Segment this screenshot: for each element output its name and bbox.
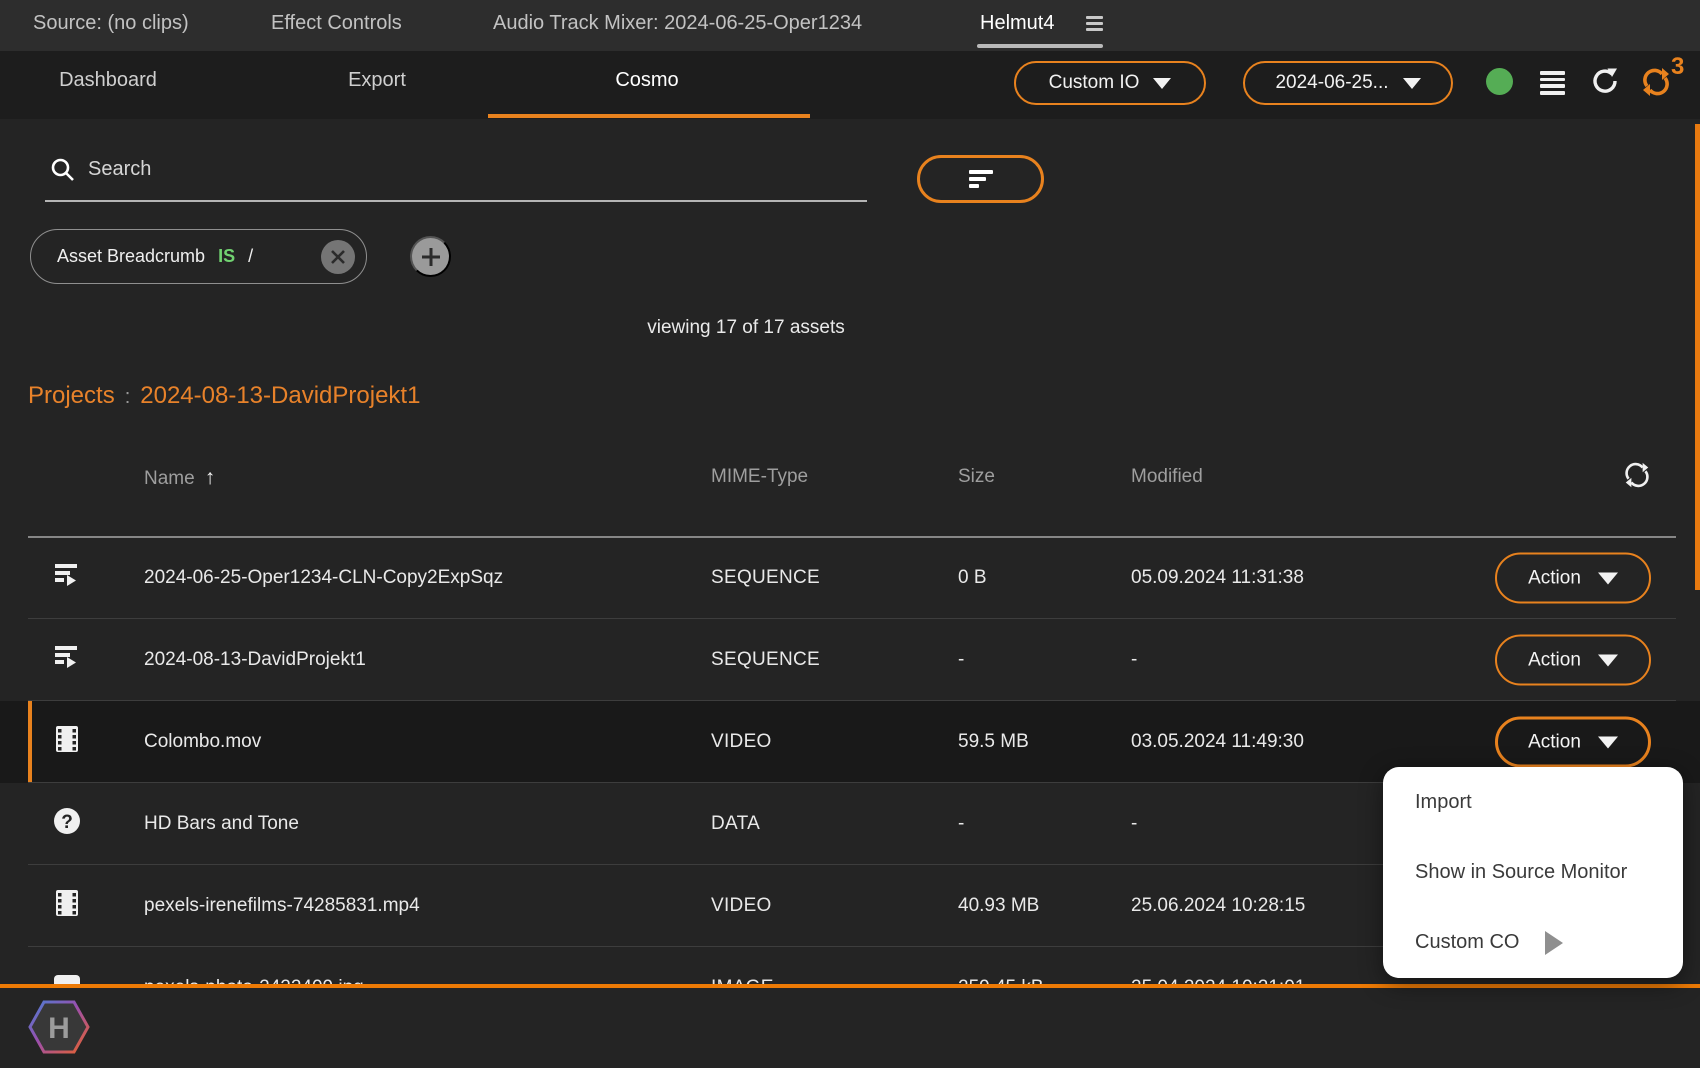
- chevron-down-icon: [1153, 77, 1172, 89]
- filter-chip-operator: IS: [218, 246, 236, 266]
- asset-count-status: viewing 17 of 17 assets: [647, 317, 845, 338]
- asset-modified: 03.05.2024 11:49:30: [1131, 731, 1304, 752]
- action-button[interactable]: Action: [1495, 552, 1651, 604]
- workspace-tab-source[interactable]: Source: (no clips): [33, 12, 189, 35]
- search-underline: [45, 200, 867, 202]
- tab-export[interactable]: Export: [348, 69, 406, 92]
- asset-row[interactable]: 2024-06-25-Oper1234-CLN-Copy2ExpSqz SEQUE…: [0, 537, 1700, 619]
- asset-size: -: [958, 813, 965, 834]
- remove-filter-button[interactable]: [321, 239, 355, 274]
- asset-name: 2024-08-13-DavidProjekt1: [144, 649, 366, 670]
- tab-dashboard[interactable]: Dashboard: [59, 69, 157, 92]
- asset-mime-type: SEQUENCE: [711, 649, 821, 670]
- asset-size: 40.93 MB: [958, 895, 1040, 916]
- asset-name: pexels-irenefilms-74285831.mp4: [144, 895, 420, 916]
- column-header-mime[interactable]: MIME-Type: [711, 466, 808, 488]
- menu-list-icon[interactable]: [1540, 71, 1565, 98]
- table-refresh-icon[interactable]: [1622, 460, 1652, 495]
- custom-io-dropdown[interactable]: Custom IO: [1014, 61, 1206, 105]
- asset-size: 59.5 MB: [958, 731, 1029, 752]
- action-button[interactable]: Action: [1495, 634, 1651, 686]
- tab-cosmo[interactable]: Cosmo: [615, 69, 678, 92]
- chevron-down-icon: [1402, 77, 1421, 89]
- svg-text:?: ?: [61, 812, 73, 833]
- search-input[interactable]: Search: [88, 158, 151, 181]
- column-header-modified[interactable]: Modified: [1131, 466, 1203, 488]
- menu-item-show-in-source-monitor[interactable]: Show in Source Monitor: [1383, 838, 1683, 908]
- filter-sort-button[interactable]: [917, 155, 1044, 203]
- breadcrumb-current[interactable]: 2024-08-13-DavidProjekt1: [140, 382, 420, 409]
- breadcrumb: Projects:2024-08-13-DavidProjekt1: [28, 382, 420, 410]
- cosmo-active-underline: [488, 114, 810, 118]
- filter-chip-field: Asset Breadcrumb: [57, 246, 206, 266]
- asset-mime-type: VIDEO: [711, 731, 772, 752]
- chevron-down-icon: [1597, 572, 1618, 584]
- asset-size: -: [958, 649, 965, 670]
- filter-chip[interactable]: Asset Breadcrumb IS /: [30, 229, 367, 284]
- asset-name: pexels-photo-2422409.jpg: [144, 977, 364, 984]
- asset-name: Colombo.mov: [144, 731, 262, 752]
- connection-status-dot: [1486, 68, 1513, 95]
- menu-item-label: Show in Source Monitor: [1415, 861, 1628, 883]
- asset-mime-type: IMAGE: [711, 977, 774, 984]
- menu-item-import[interactable]: Import: [1383, 767, 1683, 837]
- action-button-label: Action: [1528, 731, 1581, 752]
- asset-size: 259.45 kB: [958, 977, 1044, 984]
- helmut-logo: H: [28, 998, 90, 1061]
- sequence-icon: [52, 560, 82, 596]
- asset-modified: 05.09.2024 11:31:38: [1131, 567, 1304, 588]
- asset-row[interactable]: 2024-08-13-DavidProjekt1 SEQUENCE - - Action: [0, 619, 1700, 701]
- asset-name: HD Bars and Tone: [144, 813, 299, 834]
- active-tab-underline: [977, 44, 1103, 48]
- asset-modified: -: [1131, 649, 1138, 670]
- logo-letter: H: [48, 1012, 70, 1045]
- workspace-tab-effect-controls[interactable]: Effect Controls: [271, 12, 402, 35]
- asset-mime-type: DATA: [711, 813, 761, 834]
- asset-modified: -: [1131, 813, 1138, 834]
- breadcrumb-separator: :: [124, 386, 131, 408]
- image-icon: [52, 970, 82, 984]
- asset-modified: 25.04.2024 10:21:01: [1131, 977, 1305, 984]
- submenu-arrow-icon: [1545, 930, 1564, 955]
- asset-size: 0 B: [958, 567, 987, 588]
- sequence-icon: [52, 642, 82, 678]
- helmut4-cosmo-panel: Source: (no clips) Effect Controls Audio…: [0, 0, 1700, 1068]
- action-context-menu: Import Show in Source Monitor Custom CO: [1383, 767, 1683, 978]
- project-dropdown-label: 2024-06-25...: [1275, 72, 1389, 93]
- column-header-size[interactable]: Size: [958, 466, 995, 488]
- film-icon: [52, 888, 82, 924]
- project-dropdown[interactable]: 2024-06-25...: [1243, 61, 1453, 105]
- menu-item-label: Custom CO: [1415, 931, 1520, 954]
- unknown-file-icon: ?: [52, 806, 82, 842]
- menu-item-custom-co[interactable]: Custom CO: [1383, 908, 1683, 978]
- panel-menu-icon[interactable]: [1086, 16, 1103, 34]
- chevron-down-icon: [1597, 654, 1618, 666]
- search-icon: [50, 157, 76, 188]
- sync-icon[interactable]: [1640, 66, 1672, 103]
- chevron-down-icon: [1597, 736, 1618, 748]
- filter-chip-value: /: [248, 246, 254, 266]
- action-button[interactable]: Action: [1495, 716, 1651, 768]
- asset-mime-type: SEQUENCE: [711, 567, 821, 588]
- sort-lines-icon: [968, 170, 993, 188]
- action-button-label: Action: [1528, 649, 1581, 670]
- action-button-label: Action: [1528, 567, 1581, 588]
- bottom-accent-line: [0, 984, 1700, 988]
- asset-mime-type: VIDEO: [711, 895, 772, 916]
- menu-item-label: Import: [1415, 790, 1472, 813]
- asset-name: 2024-06-25-Oper1234-CLN-Copy2ExpSqz: [144, 567, 504, 588]
- sync-count-badge: 3: [1671, 53, 1685, 80]
- workspace-tab-helmut4[interactable]: Helmut4: [980, 12, 1054, 35]
- film-icon: [52, 724, 82, 760]
- workspace-bar: Source: (no clips) Effect Controls Audio…: [0, 0, 1700, 51]
- breadcrumb-root[interactable]: Projects: [28, 382, 115, 409]
- workspace-tab-audio-track-mixer[interactable]: Audio Track Mixer: 2024-06-25-Oper1234: [493, 12, 862, 35]
- refresh-icon[interactable]: [1590, 66, 1620, 101]
- sort-ascending-icon: ↑: [204, 466, 216, 489]
- vertical-scrollbar-thumb[interactable]: [1695, 124, 1700, 590]
- asset-modified: 25.06.2024 10:28:15: [1131, 895, 1306, 916]
- add-filter-button[interactable]: [410, 236, 451, 277]
- column-header-name[interactable]: Name ↑: [144, 466, 215, 490]
- custom-io-label: Custom IO: [1048, 72, 1140, 93]
